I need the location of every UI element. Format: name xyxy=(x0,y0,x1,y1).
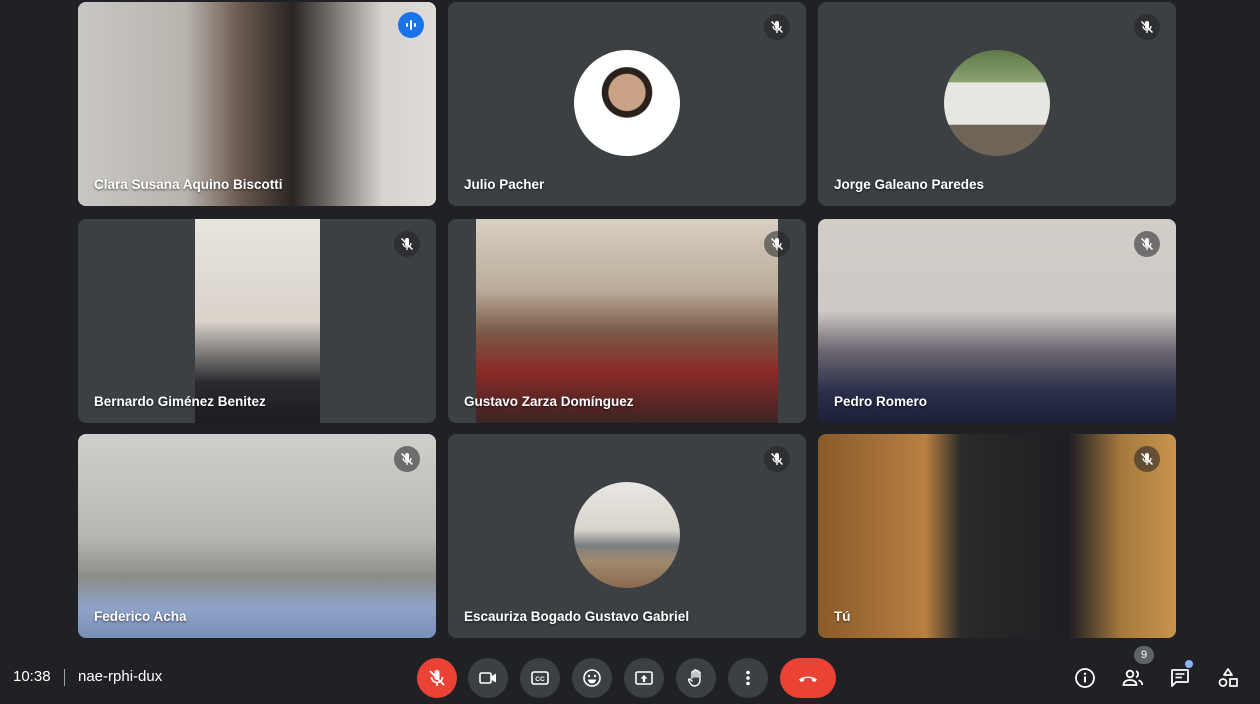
captions-button[interactable]: CC xyxy=(520,658,560,698)
participant-tile-bernardo[interactable]: Bernardo Giménez Benitez xyxy=(78,219,436,423)
raise-hand-button[interactable] xyxy=(676,658,716,698)
participant-name: Tú xyxy=(834,609,851,624)
participant-tile-pedro[interactable]: Pedro Romero xyxy=(818,219,1176,423)
participant-tile-escauriza[interactable]: Escauriza Bogado Gustavo Gabriel xyxy=(448,434,806,638)
closed-captions-icon: CC xyxy=(531,671,549,685)
participant-tile-federico[interactable]: Federico Acha xyxy=(78,434,436,638)
avatar xyxy=(944,50,1050,156)
chat-icon xyxy=(1171,669,1189,687)
speaking-indicator-icon xyxy=(398,12,424,38)
more-vert-icon xyxy=(746,670,750,686)
call-end-icon xyxy=(799,676,817,682)
people-icon xyxy=(1122,669,1144,686)
mic-off-icon xyxy=(764,14,790,40)
participant-count-badge: 9 xyxy=(1134,646,1154,664)
meeting-code: nae-rphi-dux xyxy=(78,668,163,685)
emoji-icon xyxy=(583,669,601,687)
video-feed xyxy=(818,434,1176,638)
mic-off-icon xyxy=(1134,14,1160,40)
participant-tile-julio[interactable]: Julio Pacher xyxy=(448,2,806,206)
participant-name: Clara Susana Aquino Biscotti xyxy=(94,177,283,192)
avatar xyxy=(574,50,680,156)
svg-text:CC: CC xyxy=(535,676,545,683)
participant-name: Federico Acha xyxy=(94,609,187,624)
videocam-icon xyxy=(479,672,496,684)
video-feed xyxy=(78,434,436,638)
divider xyxy=(64,669,65,686)
participant-tile-jorge[interactable]: Jorge Galeano Paredes xyxy=(818,2,1176,206)
hand-icon xyxy=(687,669,701,687)
avatar xyxy=(574,482,680,588)
chat-notification-dot xyxy=(1185,660,1193,668)
participant-name: Gustavo Zarza Domínguez xyxy=(464,394,634,409)
people-button[interactable] xyxy=(1115,660,1151,696)
meeting-time: 10:38 xyxy=(13,668,51,685)
video-feed xyxy=(818,219,1176,423)
mic-off-icon xyxy=(764,446,790,472)
participant-tile-clara[interactable]: Clara Susana Aquino Biscotti xyxy=(78,2,436,206)
leave-call-button[interactable] xyxy=(780,658,836,698)
camera-toggle-button[interactable] xyxy=(468,658,508,698)
reactions-button[interactable] xyxy=(572,658,612,698)
mic-off-icon xyxy=(1134,231,1160,257)
participant-tile-self[interactable]: Tú xyxy=(818,434,1176,638)
more-options-button[interactable] xyxy=(728,658,768,698)
participant-name: Escauriza Bogado Gustavo Gabriel xyxy=(464,609,690,624)
video-feed xyxy=(78,2,436,206)
mic-off-icon xyxy=(394,231,420,257)
meeting-details-button[interactable] xyxy=(1067,660,1103,696)
participant-name: Julio Pacher xyxy=(464,177,545,192)
mic-off-icon xyxy=(764,231,790,257)
activities-button[interactable] xyxy=(1210,660,1246,696)
participant-tile-gustavo-zarza[interactable]: Gustavo Zarza Domínguez xyxy=(448,219,806,423)
present-screen-button[interactable] xyxy=(624,658,664,698)
microphone-toggle-button[interactable] xyxy=(417,658,457,698)
mic-off-icon xyxy=(429,670,445,686)
shapes-icon xyxy=(1218,668,1238,687)
info-icon xyxy=(1075,668,1095,688)
participant-name: Pedro Romero xyxy=(834,394,928,409)
present-to-all-icon xyxy=(635,671,653,685)
participant-name: Bernardo Giménez Benitez xyxy=(94,394,266,409)
video-feed xyxy=(476,219,778,423)
video-feed xyxy=(195,219,320,423)
mic-off-icon xyxy=(1134,446,1160,472)
mic-off-icon xyxy=(394,446,420,472)
participant-name: Jorge Galeano Paredes xyxy=(834,177,985,192)
